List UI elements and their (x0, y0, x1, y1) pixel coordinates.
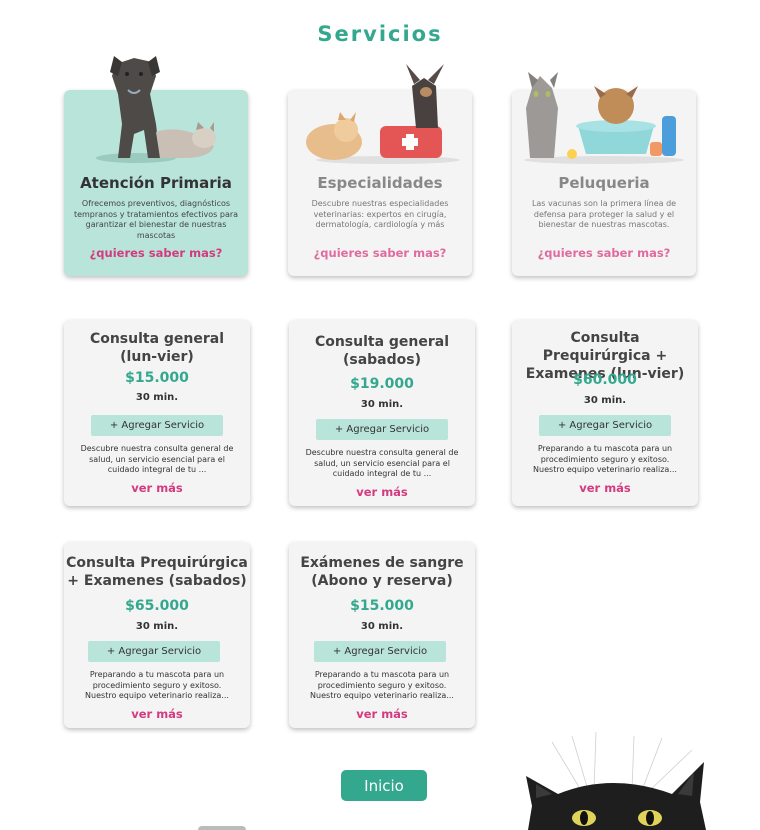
section-title: Servicios (317, 22, 443, 46)
dogs-with-first-aid-kit-image (306, 64, 460, 164)
service-name: Consulta Prequirúrgica + Examenes (sabad… (66, 555, 248, 589)
home-button[interactable]: Inicio (341, 770, 427, 801)
category-title: Especialidades (317, 174, 443, 192)
add-service-button[interactable]: + Agregar Servicio (91, 415, 223, 436)
service-price: $60.000 (573, 372, 637, 388)
service-name: Consulta general (sabados) (314, 334, 450, 368)
service-card: Consulta Prequirúrgica + Examenes (sabad… (64, 542, 250, 728)
great-dane-and-cat-image (96, 56, 216, 163)
add-service-button[interactable]: + Agregar Servicio (316, 419, 448, 440)
service-duration: 30 min. (360, 621, 404, 632)
service-price: $19.000 (350, 376, 414, 392)
service-card: Exámenes de sangre (Abono y reserva) $15… (289, 542, 475, 728)
service-name: Exámenes de sangre (Abono y reserva) (300, 555, 464, 589)
service-card: Consulta Prequirúrgica + Examenes (lun-v… (512, 320, 698, 506)
add-service-button[interactable]: + Agregar Servicio (539, 415, 671, 436)
category-card-atencion-primaria[interactable]: Atención Primaria Ofrecemos preventivos,… (64, 56, 248, 276)
category-card-especialidades[interactable]: Especialidades Descubre nuestras especia… (288, 64, 472, 276)
category-more-link[interactable]: ¿quieres saber mas? (512, 246, 696, 260)
service-price: $15.000 (350, 598, 414, 614)
category-description: Las vacunas son la primera línea de defe… (531, 199, 677, 229)
service-more-link[interactable]: ver más (289, 485, 475, 499)
service-more-link[interactable]: ver más (64, 481, 250, 495)
service-description: Preparando a tu mascota para un procedim… (533, 444, 677, 474)
service-price: $65.000 (125, 598, 189, 614)
service-description: Descubre nuestra consulta general de sal… (305, 448, 459, 478)
service-duration: 30 min. (583, 395, 627, 406)
scroll-indicator (198, 826, 246, 830)
service-name: Consulta general (lun-vier) (89, 331, 225, 365)
service-card: Consulta general (lun-vier) $15.000 30 m… (64, 320, 250, 506)
service-more-link[interactable]: ver más (64, 707, 250, 721)
add-service-button[interactable]: + Agregar Servicio (314, 641, 446, 662)
service-duration: 30 min. (135, 392, 179, 403)
category-card-peluqueria[interactable]: Peluqueria Las vacunas son la primera lí… (512, 72, 696, 276)
service-duration: 30 min. (360, 399, 404, 410)
service-price: $15.000 (125, 370, 189, 386)
black-cat-peeking-image (526, 732, 706, 830)
service-description: Preparando a tu mascota para un procedim… (85, 670, 229, 700)
service-description: Preparando a tu mascota para un procedim… (310, 670, 454, 700)
category-more-link[interactable]: ¿quieres saber mas? (288, 246, 472, 260)
category-description: Descubre nuestras especialidades veterin… (311, 199, 449, 229)
cat-and-dog-bath-tub-image (524, 72, 684, 164)
category-description: Ofrecemos preventivos, diagnósticos temp… (73, 199, 239, 240)
service-more-link[interactable]: ver más (289, 707, 475, 721)
category-more-link[interactable]: ¿quieres saber mas? (64, 246, 248, 260)
category-title: Atención Primaria (80, 174, 232, 192)
service-card: Consulta general (sabados) $19.000 30 mi… (289, 320, 475, 506)
add-service-button[interactable]: + Agregar Servicio (88, 641, 220, 662)
category-title: Peluqueria (558, 174, 650, 192)
service-more-link[interactable]: ver más (512, 481, 698, 495)
service-description: Descubre nuestra consulta general de sal… (80, 444, 234, 474)
service-duration: 30 min. (135, 621, 179, 632)
